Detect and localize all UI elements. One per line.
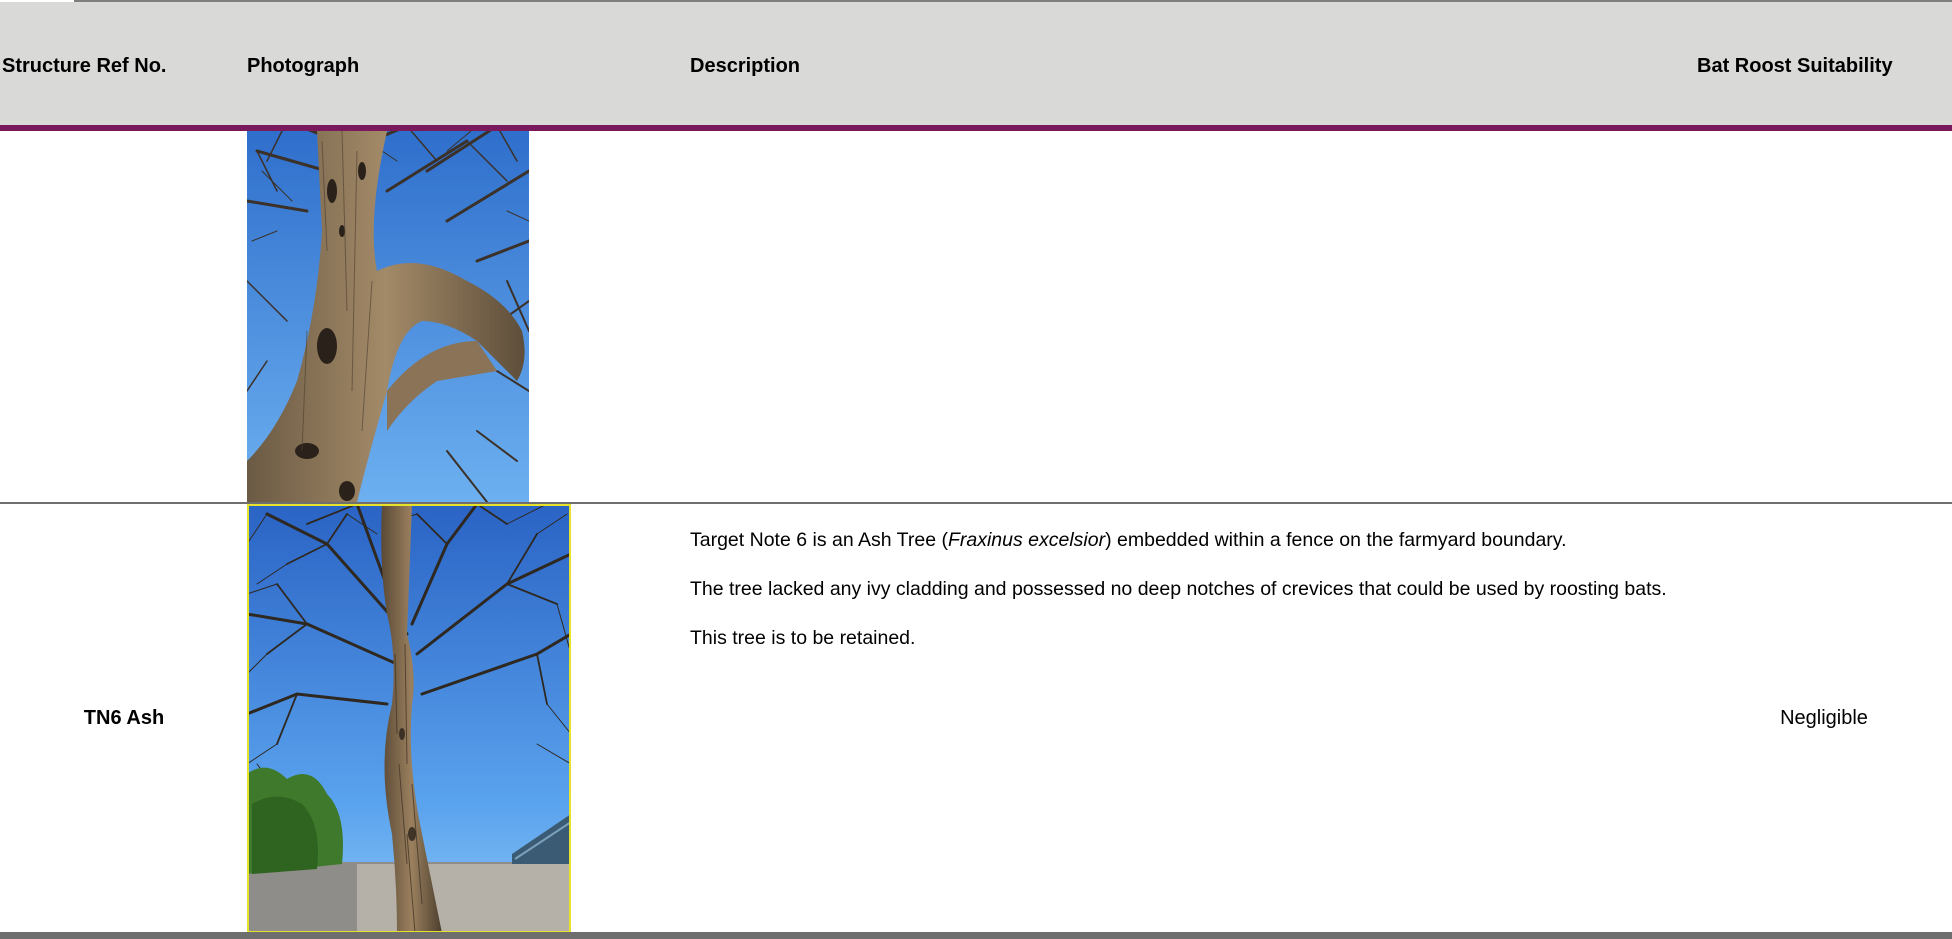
species-name: Fraxinus excelsior (947, 529, 1106, 551)
table-bottom-border (0, 932, 1952, 939)
description-paragraph-2: The tree lacked any ivy cladding and pos… (690, 578, 1667, 600)
tree-photo-full (247, 504, 571, 933)
tree-photo-trunk (247, 131, 529, 502)
description-paragraph-1: Target Note 6 is an Ash Tree (Fraxinus e… (690, 528, 1700, 552)
description-text: Target Note 6 is an Ash Tree ( (690, 529, 948, 551)
column-header-bat-roost-suitability: Bat Roost Suitability (1697, 55, 1893, 77)
table-header: Structure Ref No. Photograph Description… (0, 2, 1952, 125)
column-header-description: Description (690, 55, 801, 77)
column-header-structure-ref: Structure Ref No. (2, 55, 167, 77)
structure-ref-cell: TN6 Ash (83, 707, 165, 729)
description-paragraph-3: This tree is to be retained. (690, 627, 916, 649)
bat-roost-suitability-cell: Negligible (1780, 707, 1868, 729)
column-header-photograph: Photograph (247, 55, 360, 77)
description-text: ) embedded within a fence on the farmyar… (1105, 529, 1567, 551)
description-cell: Target Note 6 is an Ash Tree (Fraxinus e… (690, 528, 1700, 675)
